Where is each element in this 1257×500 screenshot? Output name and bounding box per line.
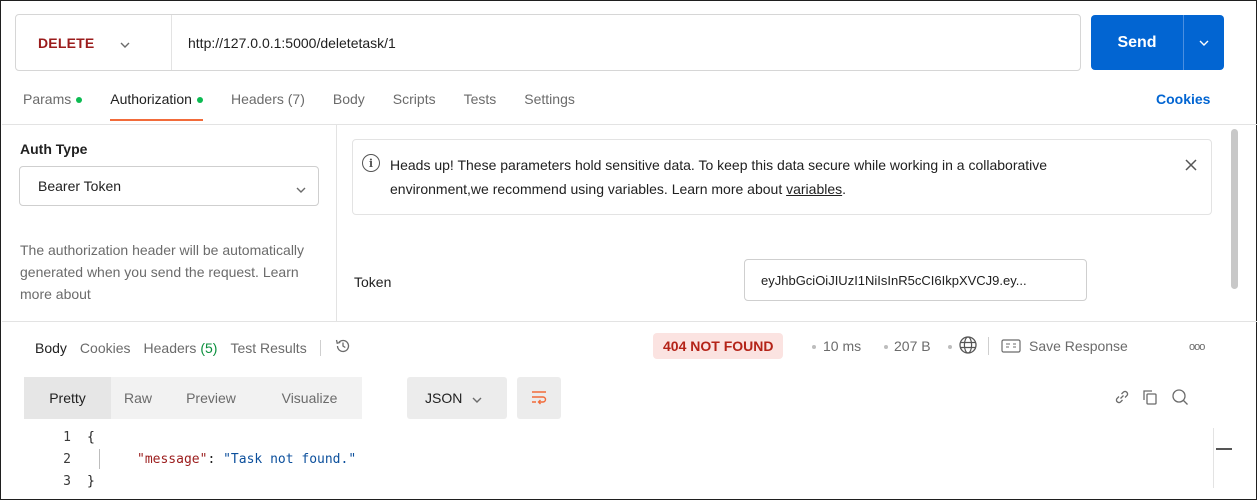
globe-icon[interactable] — [958, 335, 978, 358]
scrollbar[interactable] — [1231, 129, 1238, 289]
indent-guide — [99, 449, 100, 469]
line-number: 1 — [63, 429, 71, 445]
response-tabs: Body Cookies Headers (5) Test Results — [35, 337, 352, 358]
authorization-dot — [196, 97, 203, 103]
params-dot — [76, 97, 83, 103]
search-icon[interactable] — [1171, 388, 1189, 409]
auth-description: The authorization header will be automat… — [20, 242, 305, 302]
separator-dot — [948, 345, 952, 349]
auth-type-label: Auth Type — [20, 141, 88, 157]
tab-response-headers[interactable]: Headers (5) — [144, 340, 218, 356]
send-options-chevron-icon[interactable] — [1184, 40, 1224, 46]
send-button[interactable]: Send — [1091, 15, 1224, 70]
chevron-down-icon — [472, 390, 482, 406]
tab-authorization[interactable]: Authorization — [110, 91, 203, 121]
chevron-down-icon — [120, 35, 130, 51]
response-time: 10 ms — [823, 338, 862, 354]
status-badge: 404 NOT FOUND — [653, 333, 784, 359]
line-number: 3 — [63, 473, 71, 489]
divider — [2, 321, 1257, 322]
more-icon[interactable]: ooo — [1189, 341, 1205, 353]
copy-icon[interactable] — [1141, 388, 1159, 409]
code-text: "message": "Task not found." — [137, 451, 357, 467]
code-text: } — [87, 473, 95, 489]
request-tabs: Params Authorization Headers (7) Body Sc… — [23, 91, 603, 121]
mode-raw[interactable]: Raw — [111, 377, 165, 419]
tab-response-body[interactable]: Body — [35, 340, 67, 356]
auth-type-value: Bearer Token — [38, 178, 122, 194]
tab-test-results[interactable]: Test Results — [230, 340, 306, 356]
send-label: Send — [1117, 33, 1157, 51]
wrap-lines-button[interactable] — [517, 377, 561, 419]
auth-type-panel: Auth Type Bearer Token The authorization… — [2, 125, 337, 321]
app-window: DELETE http://127.0.0.1:5000/deletetask/… — [0, 0, 1257, 500]
notice-text: Heads up! These parameters hold sensitiv… — [390, 157, 1048, 197]
url-input[interactable]: http://127.0.0.1:5000/deletetask/1 — [172, 35, 396, 51]
tab-headers[interactable]: Headers (7) — [231, 91, 305, 121]
body-view-modes: Pretty Raw Preview Visualize — [24, 377, 362, 419]
token-label: Token — [354, 274, 392, 290]
tab-settings[interactable]: Settings — [524, 91, 575, 121]
method-label: DELETE — [38, 34, 95, 51]
tab-response-cookies[interactable]: Cookies — [80, 340, 131, 356]
code-line: 2 "message": "Task not found." — [1, 449, 356, 469]
request-bar: DELETE http://127.0.0.1:5000/deletetask/… — [15, 14, 1081, 71]
divider — [319, 339, 321, 356]
close-icon[interactable] — [1185, 158, 1197, 174]
history-icon[interactable] — [334, 337, 352, 358]
sensitive-data-notice: i Heads up! These parameters hold sensit… — [352, 139, 1212, 215]
code-line: 3 } — [1, 471, 95, 491]
tab-body[interactable]: Body — [333, 91, 365, 121]
token-value: eyJhbGciOiJIUzI1NiIsInR5cCI6IkpXVCJ9.ey.… — [761, 272, 1027, 288]
save-icon — [1001, 338, 1021, 357]
separator-dot — [884, 345, 888, 349]
response-bar: Body Cookies Headers (5) Test Results 40… — [1, 323, 1257, 369]
format-value: JSON — [425, 390, 463, 406]
code-line: 1 { — [1, 427, 95, 447]
tab-tests[interactable]: Tests — [464, 91, 497, 121]
separator-dot — [812, 345, 816, 349]
auth-type-select[interactable]: Bearer Token — [19, 166, 319, 206]
format-select[interactable]: JSON — [407, 377, 507, 419]
tab-params[interactable]: Params — [23, 91, 83, 121]
chevron-down-icon — [296, 180, 306, 196]
info-icon: i — [362, 154, 380, 172]
cookies-link[interactable]: Cookies — [1156, 91, 1210, 107]
save-response-button[interactable]: Save Response — [1029, 338, 1128, 354]
wrap-icon — [530, 389, 548, 408]
token-input[interactable]: eyJhbGciOiJIUzI1NiIsInR5cCI6IkpXVCJ9.ey.… — [744, 259, 1087, 301]
code-text: { — [87, 429, 95, 445]
mode-pretty[interactable]: Pretty — [24, 377, 111, 419]
line-number: 2 — [63, 451, 71, 467]
response-size: 207 B — [894, 338, 931, 354]
variables-link[interactable]: variables — [786, 181, 842, 197]
mode-preview[interactable]: Preview — [165, 377, 257, 419]
method-select[interactable]: DELETE — [16, 15, 172, 70]
divider — [988, 337, 989, 355]
link-icon[interactable] — [1113, 388, 1131, 409]
tab-scripts[interactable]: Scripts — [393, 91, 436, 121]
code-scrollbar[interactable] — [1213, 428, 1232, 488]
mode-visualize[interactable]: Visualize — [257, 377, 362, 419]
